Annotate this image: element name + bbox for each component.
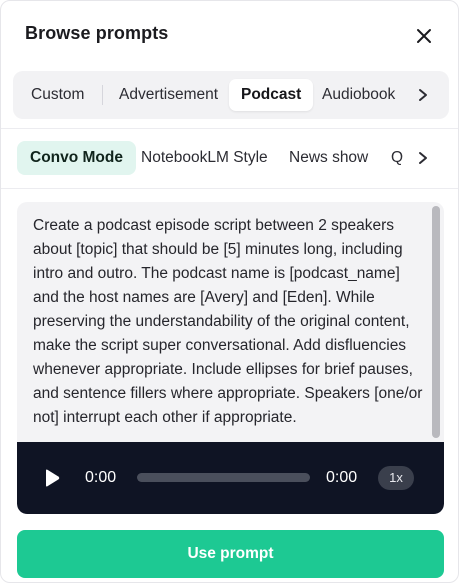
tab-divider [102,85,103,105]
panel-title: Browse prompts [25,23,169,43]
divider [1,188,458,189]
tab-custom[interactable]: Custom [31,79,84,111]
audio-player: 0:00 0:00 1x [17,442,444,514]
chip-notebooklm-style[interactable]: NotebookLM Style [141,141,268,175]
chevron-right-icon [419,89,427,101]
prompt-preview: Create a podcast episode script between … [17,202,444,514]
playback-speed-button[interactable]: 1x [378,466,414,490]
tab-advertisement[interactable]: Advertisement [119,79,218,111]
close-button[interactable] [411,23,437,49]
chips-scroll-right-button[interactable] [413,148,433,168]
prompt-scrollbar[interactable] [432,206,440,438]
chip-convo-mode[interactable]: Convo Mode [17,141,136,175]
panel-header: Browse prompts [1,1,458,69]
progress-bar[interactable] [137,473,310,482]
category-tab-bar: Custom Advertisement Podcast Audiobook [13,71,449,119]
browse-prompts-panel: Browse prompts Custom Advertisement Podc… [0,0,459,583]
tabs-scroll-right-button[interactable] [413,85,433,105]
play-icon [46,469,60,487]
tab-audiobook[interactable]: Audiobook [322,79,395,111]
chevron-right-icon [419,152,427,164]
style-chip-row: Convo Mode NotebookLM Style News show Q [1,129,458,187]
chip-news-show[interactable]: News show [289,141,368,175]
use-prompt-button[interactable]: Use prompt [17,530,444,578]
duration: 0:00 [326,469,358,486]
tab-podcast[interactable]: Podcast [229,79,314,111]
current-time: 0:00 [85,469,117,486]
prompt-text: Create a podcast episode script between … [33,217,423,426]
play-button[interactable] [43,468,61,488]
close-icon [417,29,431,43]
